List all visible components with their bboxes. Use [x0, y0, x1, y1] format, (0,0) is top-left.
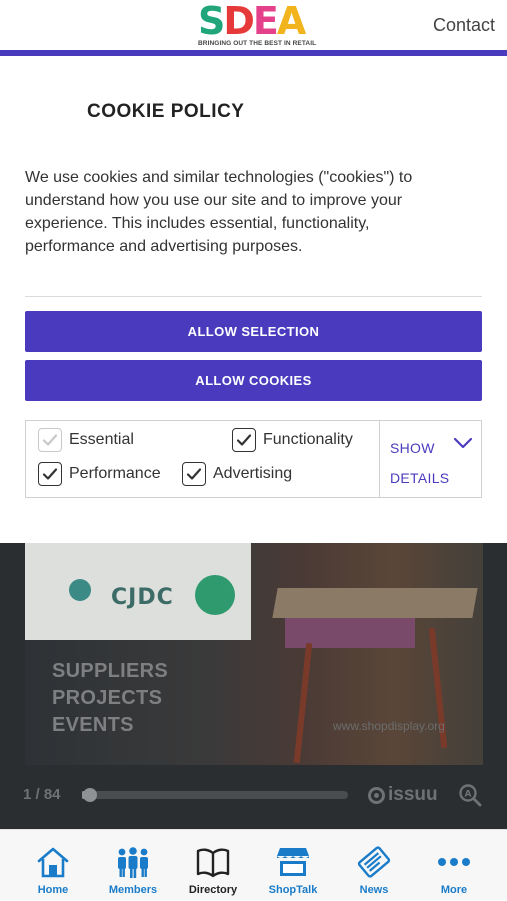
- show-details-toggle[interactable]: SHOW DETAILS: [379, 421, 482, 497]
- home-icon: [37, 847, 69, 878]
- check-icon: [42, 468, 58, 480]
- book-icon: [196, 848, 230, 878]
- cover-table-leg: [293, 643, 313, 763]
- viewer-controls: 1 / 84 issuu A: [0, 783, 507, 807]
- bottom-tab-bar: Home Members Directory ShopTalk News Mor…: [0, 829, 507, 900]
- contact-link[interactable]: Contact: [433, 15, 495, 36]
- shop-icon: [277, 848, 309, 876]
- more-icon: [438, 858, 470, 866]
- issuu-logo[interactable]: issuu: [368, 784, 438, 806]
- performance-option[interactable]: Performance: [38, 461, 161, 487]
- tab-more[interactable]: More: [414, 830, 494, 901]
- sponsor-logo-circle: [195, 575, 235, 615]
- chevron-down-icon: [453, 437, 473, 449]
- tab-label: News: [359, 884, 389, 896]
- tab-news[interactable]: News: [334, 830, 414, 901]
- cookie-divider: [25, 296, 482, 297]
- tab-label: Members: [108, 884, 158, 896]
- logo-letter-s: S: [198, 0, 225, 43]
- show-label: SHOW: [390, 440, 435, 456]
- publication-cover[interactable]: CJDC SUPPLIERS PROJECTS EVENTS www.shopd…: [25, 543, 483, 765]
- functionality-label: Functionality: [263, 431, 353, 448]
- page-counter: 1 / 84: [23, 786, 61, 803]
- tab-label: ShopTalk: [268, 884, 318, 896]
- issuu-label: issuu: [388, 784, 438, 805]
- tab-label: Home: [37, 884, 69, 896]
- issuu-embed[interactable]: CJDC SUPPLIERS PROJECTS EVENTS www.shopd…: [0, 543, 507, 829]
- advertising-checkbox[interactable]: [182, 462, 206, 486]
- functionality-option[interactable]: Functionality: [232, 427, 353, 453]
- cover-sponsor-logos: CJDC: [25, 543, 251, 640]
- essential-option: Essential: [38, 427, 134, 453]
- details-label: DETAILS: [390, 470, 450, 486]
- essential-label: Essential: [69, 431, 134, 448]
- tab-shoptalk[interactable]: ShopTalk: [253, 830, 333, 901]
- advertising-option[interactable]: Advertising: [182, 461, 292, 487]
- members-icon: [118, 847, 148, 878]
- news-icon: [357, 846, 391, 878]
- cookie-preferences: Essential Functionality Performance Adve…: [25, 420, 482, 498]
- logo-letter-a: A: [276, 0, 306, 43]
- check-icon: [186, 468, 202, 480]
- app-header: S D E A BRINGING OUT THE BEST IN RETAIL …: [0, 0, 507, 50]
- svg-text:A: A: [465, 790, 472, 800]
- tab-label: More: [440, 884, 468, 896]
- performance-label: Performance: [69, 465, 161, 482]
- logo-letters: S D E A: [198, 0, 308, 43]
- tab-directory[interactable]: Directory: [173, 830, 253, 901]
- logo-tagline: BRINGING OUT THE BEST IN RETAIL: [198, 40, 317, 47]
- cover-table-front: [285, 618, 415, 648]
- tab-home[interactable]: Home: [13, 830, 93, 901]
- page-progress-track[interactable]: [82, 788, 348, 802]
- tab-label: Directory: [188, 884, 238, 896]
- advertising-label: Advertising: [213, 465, 293, 482]
- cover-word: EVENTS: [52, 714, 134, 736]
- issuu-icon: [368, 786, 385, 804]
- page-progress-handle[interactable]: [83, 788, 98, 802]
- essential-checkbox: [38, 428, 62, 452]
- show-details-label: SHOW DETAILS: [390, 433, 449, 493]
- cover-words: SUPPLIERS PROJECTS EVENTS: [52, 658, 168, 739]
- cover-word: SUPPLIERS: [52, 660, 169, 682]
- zoom-icon[interactable]: A: [458, 783, 482, 807]
- cookie-policy-text: We use cookies and similar technologies …: [25, 169, 413, 255]
- performance-checkbox[interactable]: [38, 462, 62, 486]
- allow-selection-button[interactable]: ALLOW SELECTION: [25, 311, 482, 352]
- cookie-policy-panel: COOKIE POLICY We use cookies and similar…: [0, 56, 507, 543]
- logo-letter-d: D: [223, 0, 255, 43]
- check-icon: [42, 434, 58, 446]
- logo-letter-e: E: [252, 0, 279, 43]
- cover-table-top: [272, 588, 478, 618]
- cover-url: www.shopdisplay.org: [333, 719, 445, 733]
- cookie-policy-title: COOKIE POLICY: [87, 101, 245, 122]
- cover-word: PROJECTS: [52, 687, 163, 709]
- sponsor-logo-mark: [69, 579, 91, 601]
- allow-cookies-button[interactable]: ALLOW COOKIES: [25, 360, 482, 401]
- functionality-checkbox[interactable]: [232, 428, 256, 452]
- cjdc-logo: CJDC: [111, 585, 174, 610]
- check-icon: [236, 434, 252, 446]
- tab-members[interactable]: Members: [93, 830, 173, 901]
- sdea-logo[interactable]: S D E A BRINGING OUT THE BEST IN RETAIL: [198, 0, 317, 48]
